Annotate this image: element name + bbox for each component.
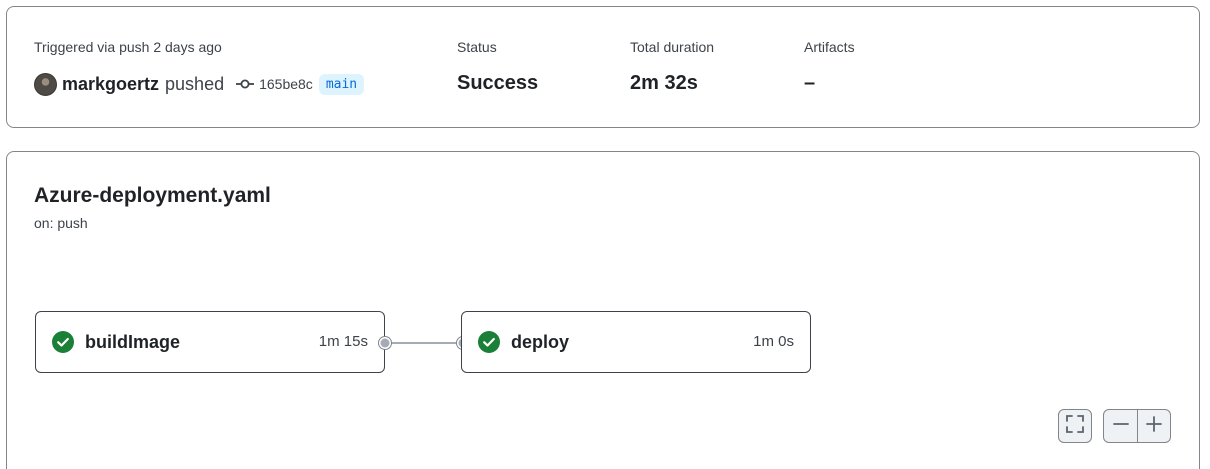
job-duration: 1m 15s <box>318 333 368 350</box>
success-check-icon <box>478 331 500 353</box>
push-action-text: pushed <box>165 73 225 94</box>
minus-icon <box>1112 416 1129 437</box>
actor-link[interactable]: markgoertz <box>62 74 159 95</box>
git-commit-icon <box>236 78 255 90</box>
duration-label: Total duration <box>630 39 715 55</box>
job-name: buildImage <box>85 331 181 352</box>
job-name: deploy <box>511 331 570 352</box>
job-duration: 1m 0s <box>753 333 794 350</box>
duration-value: 2m 32s <box>630 72 698 94</box>
workflow-graph-card: Azure-deployment.yaml on: push buildImag… <box>6 151 1200 469</box>
plus-icon <box>1146 415 1162 437</box>
commit-sha-link[interactable]: 165be8c <box>259 76 313 92</box>
fit-to-screen-button[interactable] <box>1058 409 1092 443</box>
workflow-file-title[interactable]: Azure-deployment.yaml <box>34 184 271 208</box>
fullscreen-icon <box>1066 414 1084 438</box>
zoom-in-button[interactable] <box>1137 410 1170 442</box>
push-info: markgoertz pushed 165be8c main <box>34 71 365 97</box>
job-connector <box>378 336 470 350</box>
user-avatar[interactable] <box>34 72 57 96</box>
trigger-text: Triggered via push 2 days ago <box>34 39 222 55</box>
status-label: Status <box>457 39 497 55</box>
branch-badge[interactable]: main <box>318 73 365 95</box>
artifacts-label: Artifacts <box>804 39 855 55</box>
run-summary-card: Triggered via push 2 days ago markgoertz… <box>6 6 1200 128</box>
zoom-out-button[interactable] <box>1104 410 1137 442</box>
workflow-trigger: on: push <box>34 215 88 231</box>
success-check-icon <box>52 331 74 353</box>
status-value: Success <box>457 72 539 94</box>
artifacts-value: – <box>804 72 816 94</box>
job-card-deploy[interactable]: deploy 1m 0s <box>461 311 811 373</box>
zoom-controls <box>1103 409 1171 443</box>
job-card-buildimage[interactable]: buildImage 1m 15s <box>35 311 385 373</box>
